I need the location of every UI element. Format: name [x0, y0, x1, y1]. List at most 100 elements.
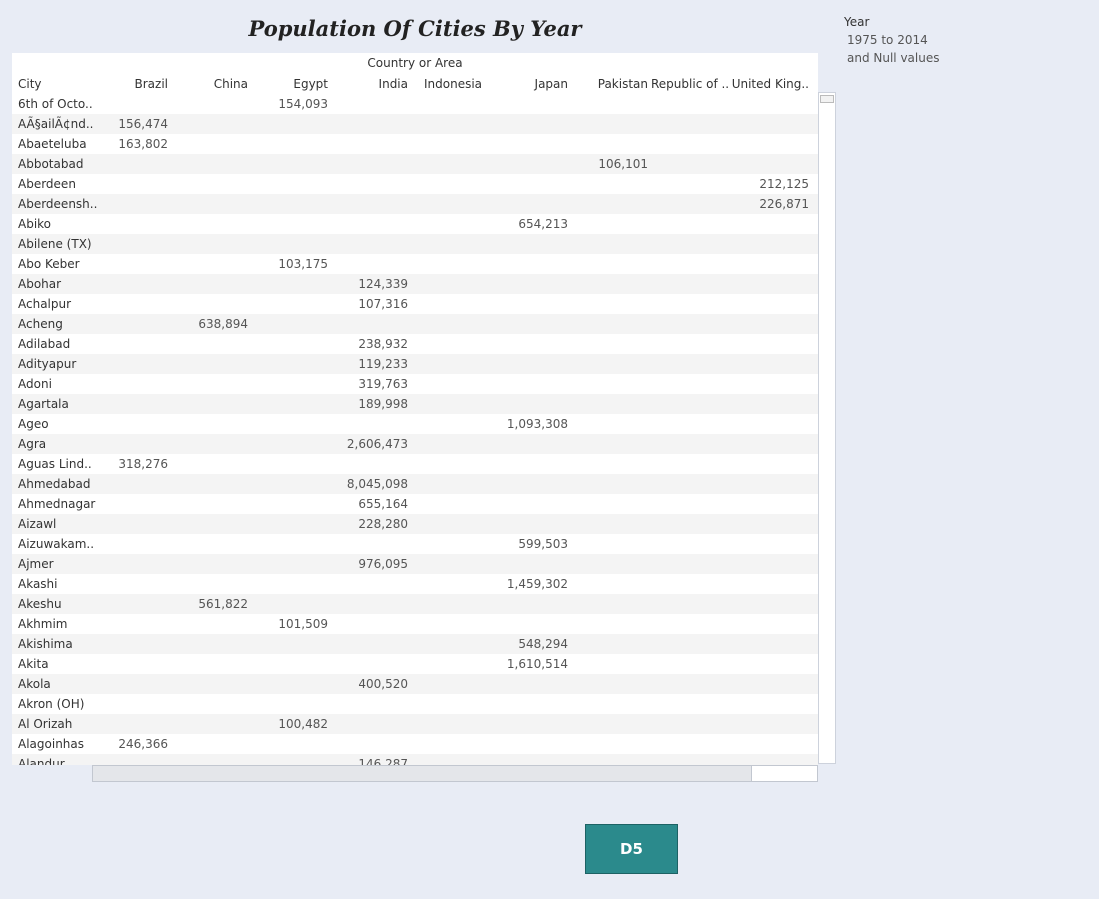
column-header-united-king[interactable]: United King.. [731, 74, 809, 94]
population-cell: 319,763 [358, 377, 408, 391]
city-cell: Akhmim [18, 617, 68, 631]
table-row[interactable]: Akashi 1,459,302 [12, 574, 818, 594]
table-row[interactable]: Aguas Lind.. 318,276 [12, 454, 818, 474]
population-cell: 548,294 [518, 637, 568, 651]
column-header-row: City Brazil China Egypt India Indonesia Japan… [12, 74, 818, 94]
city-cell: Ahmednagar [18, 497, 96, 511]
population-cell: 1,610,514 [506, 657, 568, 671]
table-row[interactable]: Ajmer 976,095 [12, 554, 818, 574]
table-row[interactable]: Aizawl 228,280 [12, 514, 818, 534]
city-cell: Agartala [18, 397, 69, 411]
city-cell: Abiko [18, 217, 52, 231]
population-cell: 246,366 [118, 737, 168, 751]
column-header-egypt[interactable]: Egypt [250, 74, 328, 94]
population-cell: 100,482 [278, 717, 328, 731]
table-row[interactable]: Abo Keber 103,175 [12, 254, 818, 274]
table-row[interactable]: Abilene (TX) [12, 234, 818, 254]
population-cell: 976,095 [358, 557, 408, 571]
population-cell: 101,509 [278, 617, 328, 631]
population-cell: 189,998 [358, 397, 408, 411]
column-header-japan[interactable]: Japan [490, 74, 568, 94]
population-cell: 8,045,098 [346, 477, 408, 491]
table-row[interactable]: Adityapur 119,233 [12, 354, 818, 374]
population-cell: 1,093,308 [506, 417, 568, 431]
population-cell: 655,164 [358, 497, 408, 511]
city-cell: Abohar [18, 277, 62, 291]
population-cell: 146,287 [358, 757, 408, 765]
table-row[interactable]: Ageo 1,093,308 [12, 414, 818, 434]
city-cell: Aizawl [18, 517, 57, 531]
table-row[interactable]: Adilabad 238,932 [12, 334, 818, 354]
table-row[interactable]: Alagoinhas 246,366 [12, 734, 818, 754]
city-cell: Adoni [18, 377, 52, 391]
table-row[interactable]: Agartala 189,998 [12, 394, 818, 414]
chart-title: Population Of Cities By Year [248, 16, 582, 41]
table-row[interactable]: Aizuwakam.. 599,503 [12, 534, 818, 554]
city-cell: Abilene (TX) [18, 237, 92, 251]
column-group-label: Country or Area [367, 56, 463, 70]
column-header-india[interactable]: India [330, 74, 408, 94]
table-row[interactable]: Al Orizah 100,482 [12, 714, 818, 734]
year-filter-null[interactable]: and Null values [847, 51, 939, 65]
table-row[interactable]: Achalpur 107,316 [12, 294, 818, 314]
population-cell: 238,932 [358, 337, 408, 351]
city-cell: Akita [18, 657, 49, 671]
table-row[interactable]: Ahmednagar 655,164 [12, 494, 818, 514]
table-row[interactable]: Abohar 124,339 [12, 274, 818, 294]
table-row[interactable]: Acheng 638,894 [12, 314, 818, 334]
population-cell: 156,474 [118, 117, 168, 131]
city-cell: Achalpur [18, 297, 72, 311]
table-row[interactable]: Alandur 146,287 [12, 754, 818, 765]
table-row[interactable]: Akola 400,520 [12, 674, 818, 694]
d5-button[interactable]: D5 [585, 824, 678, 874]
horizontal-scrollbar[interactable] [92, 765, 818, 782]
table-row[interactable]: Adoni 319,763 [12, 374, 818, 394]
table-row[interactable]: Ahmedabad 8,045,098 [12, 474, 818, 494]
population-cell: 318,276 [118, 457, 168, 471]
population-cell: 119,233 [358, 357, 408, 371]
population-cell: 654,213 [518, 217, 568, 231]
population-cell: 561,822 [198, 597, 248, 611]
column-header-china[interactable]: China [170, 74, 248, 94]
population-cell: 212,125 [759, 177, 809, 191]
table-row[interactable]: Akita 1,610,514 [12, 654, 818, 674]
city-cell: Aizuwakam.. [18, 537, 95, 551]
table-row[interactable]: Aberdeensh.. 226,871 [12, 194, 818, 214]
vertical-scrollbar[interactable] [818, 92, 836, 764]
city-cell: Agra [18, 437, 47, 451]
city-cell: Ageo [18, 417, 49, 431]
table-row[interactable]: Akron (OH) [12, 694, 818, 714]
table-row[interactable]: Abaeteluba 163,802 [12, 134, 818, 154]
column-header-republic-of[interactable]: Republic of .. [651, 74, 729, 94]
table-row[interactable]: Akishima 548,294 [12, 634, 818, 654]
table-row[interactable]: Abiko 654,213 [12, 214, 818, 234]
population-cell: 163,802 [118, 137, 168, 151]
vertical-scroll-thumb[interactable] [820, 95, 834, 103]
horizontal-scroll-thumb[interactable] [93, 766, 752, 781]
city-cell: 6th of Octo.. [18, 97, 93, 111]
crosstab-table[interactable]: Country or Area City Brazil China Egypt Ind… [12, 53, 818, 765]
table-row[interactable]: Abbotabad 106,101 [12, 154, 818, 174]
population-cell: 154,093 [278, 97, 328, 111]
year-filter-title: Year [844, 15, 870, 29]
population-cell: 228,280 [358, 517, 408, 531]
city-cell: Aberdeensh.. [18, 197, 98, 211]
year-filter-range[interactable]: 1975 to 2014 [847, 33, 928, 47]
population-cell: 106,101 [598, 157, 648, 171]
city-cell: Acheng [18, 317, 63, 331]
city-cell: Adilabad [18, 337, 71, 351]
population-cell: 599,503 [518, 537, 568, 551]
table-row[interactable]: 6th of Octo.. 154,093 [12, 94, 818, 114]
column-header-pakistan[interactable]: Pakistan [570, 74, 648, 94]
table-row[interactable]: Akhmim 101,509 [12, 614, 818, 634]
table-row[interactable]: AÃ§ailÃ¢nd.. 156,474 [12, 114, 818, 134]
city-cell: Alandur [18, 757, 65, 765]
table-row[interactable]: Aberdeen 212,125 [12, 174, 818, 194]
column-header-indonesia[interactable]: Indonesia [414, 74, 492, 94]
table-row[interactable]: Akeshu 561,822 [12, 594, 818, 614]
column-header-brazil[interactable]: Brazil [90, 74, 169, 94]
population-cell: 103,175 [278, 257, 328, 271]
city-cell: Akola [18, 677, 51, 691]
city-cell: Ajmer [18, 557, 54, 571]
table-row[interactable]: Agra 2,606,473 [12, 434, 818, 454]
